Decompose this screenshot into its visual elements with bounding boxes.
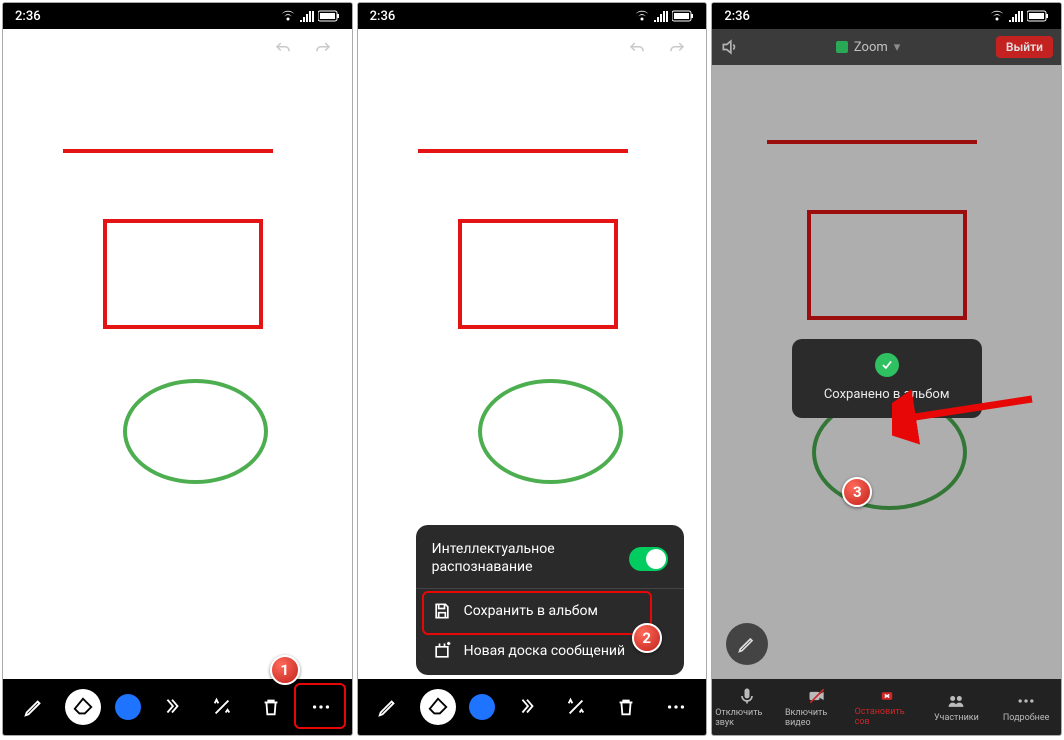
new-board-icon <box>432 641 452 661</box>
pen-tool[interactable] <box>16 689 52 725</box>
undo-icon[interactable] <box>626 40 648 58</box>
wand-tool[interactable] <box>204 689 240 725</box>
battery-icon <box>318 10 340 22</box>
trash-tool[interactable] <box>608 689 644 725</box>
status-time: 2:36 <box>370 9 396 24</box>
more-tool[interactable] <box>303 689 339 725</box>
mute-button[interactable]: Отключить звук <box>715 686 779 728</box>
eraser-tool[interactable] <box>420 689 456 725</box>
more-button[interactable]: Подробнее <box>994 691 1058 723</box>
mute-label: Отключить звук <box>715 708 779 728</box>
toast-text: Сохранено в альбом <box>812 387 962 402</box>
drawn-ellipse <box>123 379 268 484</box>
stop-share-label: Остановить сов <box>855 707 919 727</box>
save-icon <box>432 601 452 621</box>
smart-recognition-toggle[interactable] <box>629 547 667 571</box>
signal-icon <box>654 10 668 22</box>
whiteboard-toolbar <box>3 679 352 735</box>
status-indicators <box>634 10 694 22</box>
phone-screenshot-1: 2:36 <box>2 2 353 736</box>
whiteboard-canvas[interactable] <box>3 69 352 679</box>
more-popup: Интеллектуальное распознавание Сохранить… <box>416 525 684 675</box>
whiteboard-app: Интеллектуальное распознавание Сохранить… <box>358 29 707 735</box>
status-time: 2:36 <box>724 9 750 24</box>
status-time: 2:36 <box>15 9 41 24</box>
zoom-bottombar: Отключить звук Включить видео Остановить… <box>712 679 1061 735</box>
redo-icon[interactable] <box>666 40 688 58</box>
undo-redo-bar <box>3 29 352 69</box>
drawn-rectangle <box>458 219 618 329</box>
smart-recognition-label: Интеллектуальное распознавание <box>432 541 630 576</box>
new-board-row[interactable]: Новая доска сообщений <box>416 633 684 669</box>
trash-tool[interactable] <box>253 689 289 725</box>
drawn-line <box>418 149 628 153</box>
more-tool[interactable] <box>658 689 694 725</box>
phone-screenshot-2: 2:36 Интеллектуальное распознавание Сохр… <box>357 2 708 736</box>
pen-tool[interactable] <box>370 689 406 725</box>
video-button[interactable]: Включить видео <box>785 686 849 728</box>
status-bar: 2:36 <box>3 3 352 29</box>
phone-screenshot-3: 2:36 Zoom ▾ Выйти Сохранено <box>711 2 1062 736</box>
status-bar: 2:36 <box>358 3 707 29</box>
highlighter-tool[interactable] <box>154 689 190 725</box>
undo-icon[interactable] <box>272 40 294 58</box>
wand-tool[interactable] <box>558 689 594 725</box>
whiteboard-toolbar <box>358 679 707 735</box>
check-icon <box>875 353 899 377</box>
participants-button[interactable]: Участники <box>924 691 988 723</box>
signal-icon <box>1009 10 1023 22</box>
video-label: Включить видео <box>785 708 849 728</box>
zoom-meeting: Zoom ▾ Выйти Сохранено в альбом 3 <box>712 29 1061 735</box>
eraser-tool[interactable] <box>65 689 101 725</box>
wifi-icon <box>280 10 296 22</box>
whiteboard-app: 1 <box>3 29 352 735</box>
save-to-album-label: Сохранить в альбом <box>464 603 598 619</box>
status-indicators <box>989 10 1049 22</box>
status-indicators <box>280 10 340 22</box>
participants-label: Участники <box>934 713 979 723</box>
redo-icon[interactable] <box>312 40 334 58</box>
color-tool[interactable] <box>115 694 141 720</box>
stop-share-button[interactable]: Остановить сов <box>855 687 919 727</box>
highlighter-tool[interactable] <box>509 689 545 725</box>
save-to-album-row[interactable]: Сохранить в альбом <box>416 589 684 633</box>
color-tool[interactable] <box>469 694 495 720</box>
wifi-icon <box>634 10 650 22</box>
signal-icon <box>300 10 314 22</box>
drawn-ellipse <box>478 379 623 484</box>
smart-recognition-row[interactable]: Интеллектуальное распознавание <box>416 531 684 589</box>
drawn-rectangle <box>103 219 263 329</box>
more-label: Подробнее <box>1003 713 1050 723</box>
battery-icon <box>672 10 694 22</box>
undo-redo-bar <box>358 29 707 69</box>
saved-toast: Сохранено в альбом <box>792 339 982 418</box>
battery-icon <box>1027 10 1049 22</box>
new-board-label: Новая доска сообщений <box>464 643 625 659</box>
status-bar: 2:36 <box>712 3 1061 29</box>
drawn-line <box>63 149 273 153</box>
wifi-icon <box>989 10 1005 22</box>
